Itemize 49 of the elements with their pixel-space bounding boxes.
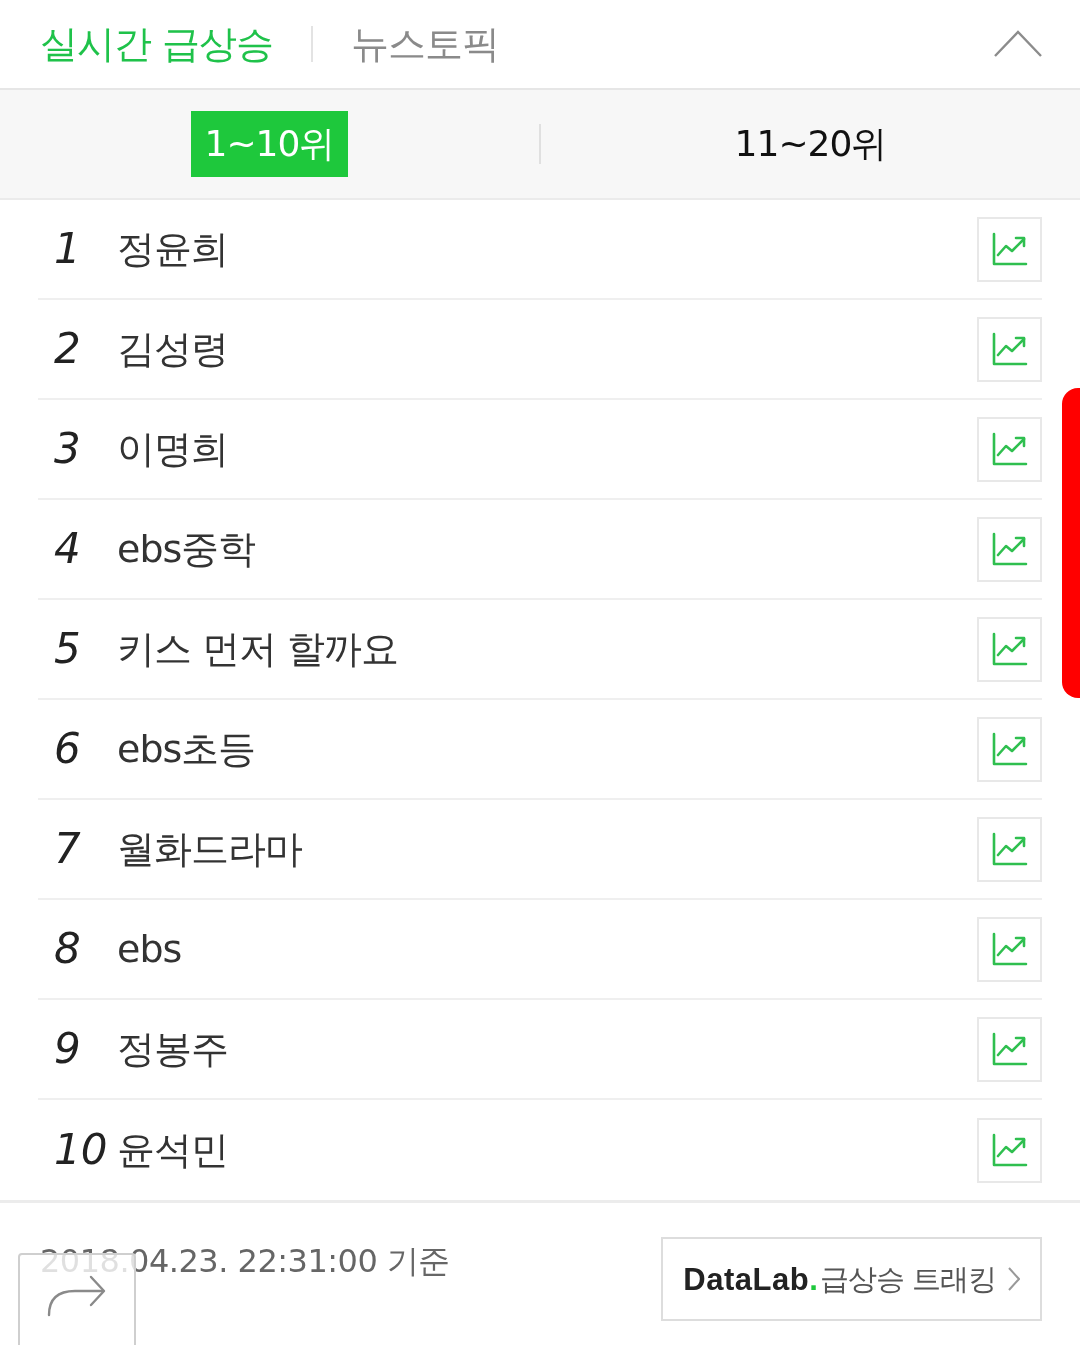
datalab-tracking-button[interactable]: DataLab.급상승 트래킹 [661,1237,1042,1321]
trend-chart-icon [991,1032,1028,1066]
trend-chart-icon [991,832,1028,866]
trend-chart-button[interactable] [977,616,1042,682]
rank-number: 7 [53,828,82,870]
edge-panel-handle[interactable] [1062,388,1080,698]
trend-chart-icon [991,732,1028,766]
trend-chart-button[interactable] [977,1016,1042,1082]
trend-chart-icon [991,432,1028,466]
keyword-link[interactable]: 월화드라마 [117,830,302,868]
rank-number: 1 [53,228,82,270]
chevron-right-icon [1008,1267,1020,1291]
trend-chart-icon [991,932,1028,966]
keyword-link[interactable]: 김성령 [117,330,228,368]
range-tab[interactable]: 11~20위 [720,111,901,177]
keyword-link[interactable]: ebs중학 [117,530,256,568]
datalab-logo-text: DataLab [683,1263,810,1295]
trend-chart-icon [991,1133,1028,1167]
trend-chart-icon [991,332,1028,366]
datalab-button-label: 급상승 트래킹 [819,1264,996,1294]
keyword-link[interactable]: ebs초등 [117,730,256,768]
rank-number: 5 [53,628,82,670]
timestamp-text: 2018.04.23. 22:31:00 기준 [40,1241,450,1277]
keyword-link[interactable]: 이명희 [117,430,228,468]
rank-number: 10 [53,1129,109,1171]
trend-chart-button[interactable] [977,416,1042,482]
rank-number: 3 [53,428,82,470]
trend-chart-icon [991,232,1028,266]
trend-chart-button[interactable] [977,916,1042,982]
keyword-link[interactable]: 정봉주 [117,1030,228,1068]
keyword-link[interactable]: 윤석민 [117,1131,228,1169]
keyword-link[interactable]: ebs [117,930,182,968]
keyword-link[interactable]: 키스 먼저 할까요 [117,630,399,668]
datalab-logo-dot: . [809,1263,818,1295]
trend-chart-button[interactable] [977,716,1042,782]
keyword-link[interactable]: 정윤희 [117,230,228,268]
rank-number: 4 [53,528,82,570]
rank-number: 8 [53,928,82,970]
trend-chart-icon [991,632,1028,666]
trend-chart-button[interactable] [977,1117,1042,1183]
trend-chart-button[interactable] [977,316,1042,382]
rank-number: 2 [53,328,82,370]
trend-chart-icon [991,532,1028,566]
trend-chart-button[interactable] [977,816,1042,882]
trend-chart-button[interactable] [977,516,1042,582]
rank-number: 9 [53,1028,82,1070]
trend-chart-button[interactable] [977,216,1042,282]
collapse-chevron-icon[interactable] [994,30,1042,58]
rank-number: 6 [53,728,82,770]
